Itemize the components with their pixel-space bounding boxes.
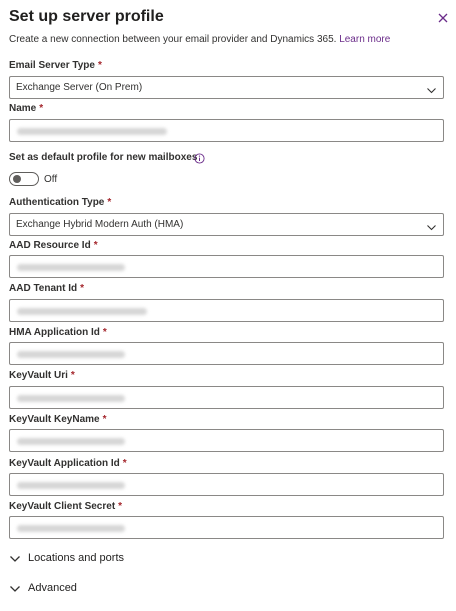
section-locations-and-ports[interactable]: Locations and ports (9, 551, 209, 567)
aad-resource-id-field[interactable] (9, 255, 444, 278)
required-marker: * (102, 327, 107, 338)
toggle-knob (13, 175, 21, 183)
default-profile-toggle[interactable] (9, 172, 39, 186)
default-profile-label: Set as default profile for new mailboxes (9, 152, 198, 163)
hma-application-id-label: HMA Application Id * (9, 327, 107, 338)
redacted-value (17, 482, 125, 489)
keyvault-uri-label: KeyVault Uri * (9, 370, 75, 381)
keyvault-keyname-field[interactable] (9, 429, 444, 452)
redacted-value (17, 308, 147, 315)
required-marker: * (102, 414, 107, 425)
aad-resource-id-label: AAD Resource Id * (9, 240, 98, 251)
info-icon[interactable] (194, 151, 205, 164)
section-locations-and-ports-label: Locations and ports (28, 552, 125, 564)
keyvault-keyname-label: KeyVault KeyName * (9, 414, 107, 425)
redacted-value (17, 525, 125, 532)
redacted-value (17, 395, 125, 402)
authentication-type-label: Authentication Type * (9, 197, 112, 208)
email-server-type-dropdown[interactable]: Exchange Server (On Prem) (9, 76, 444, 99)
learn-more-link[interactable]: Learn more (339, 34, 390, 45)
redacted-value (17, 351, 125, 358)
chevron-down-icon (426, 83, 437, 94)
close-icon[interactable] (436, 11, 450, 25)
aad-tenant-id-field[interactable] (9, 299, 444, 322)
email-server-type-value: Exchange Server (On Prem) (16, 82, 143, 93)
keyvault-application-id-label: KeyVault Application Id * (9, 458, 127, 469)
chevron-down-icon (10, 556, 20, 562)
section-advanced[interactable]: Advanced (9, 581, 209, 597)
toggle-state-text: Off (44, 174, 58, 185)
server-profile-panel: Set up server profile Create a new conne… (0, 0, 456, 611)
keyvault-application-id-field[interactable] (9, 473, 444, 496)
redacted-value (17, 128, 167, 135)
chevron-down-icon (10, 586, 20, 592)
keyvault-client-secret-label: KeyVault Client Secret * (9, 501, 123, 512)
required-marker: * (93, 240, 98, 251)
name-field[interactable] (9, 119, 444, 142)
authentication-type-dropdown[interactable]: Exchange Hybrid Modern Auth (HMA) (9, 213, 444, 236)
hma-application-id-field[interactable] (9, 342, 444, 365)
subtitle-text: Create a new connection between your ema… (9, 34, 337, 45)
redacted-value (17, 264, 125, 271)
aad-tenant-id-label: AAD Tenant Id * (9, 283, 85, 294)
required-marker: * (70, 370, 75, 381)
required-marker: * (122, 458, 127, 469)
section-advanced-label: Advanced (28, 582, 77, 594)
chevron-down-icon (426, 220, 437, 231)
required-marker: * (118, 501, 123, 512)
name-label: Name * (9, 103, 44, 114)
required-marker: * (107, 197, 112, 208)
panel-subtitle: Create a new connection between your ema… (9, 34, 390, 45)
keyvault-uri-field[interactable] (9, 386, 444, 409)
panel-title: Set up server profile (9, 8, 164, 25)
authentication-type-value: Exchange Hybrid Modern Auth (HMA) (16, 219, 184, 230)
required-marker: * (39, 103, 44, 114)
required-marker: * (97, 60, 102, 71)
email-server-type-label: Email Server Type * (9, 60, 102, 71)
keyvault-client-secret-field[interactable] (9, 516, 444, 539)
required-marker: * (80, 283, 85, 294)
redacted-value (17, 438, 125, 445)
